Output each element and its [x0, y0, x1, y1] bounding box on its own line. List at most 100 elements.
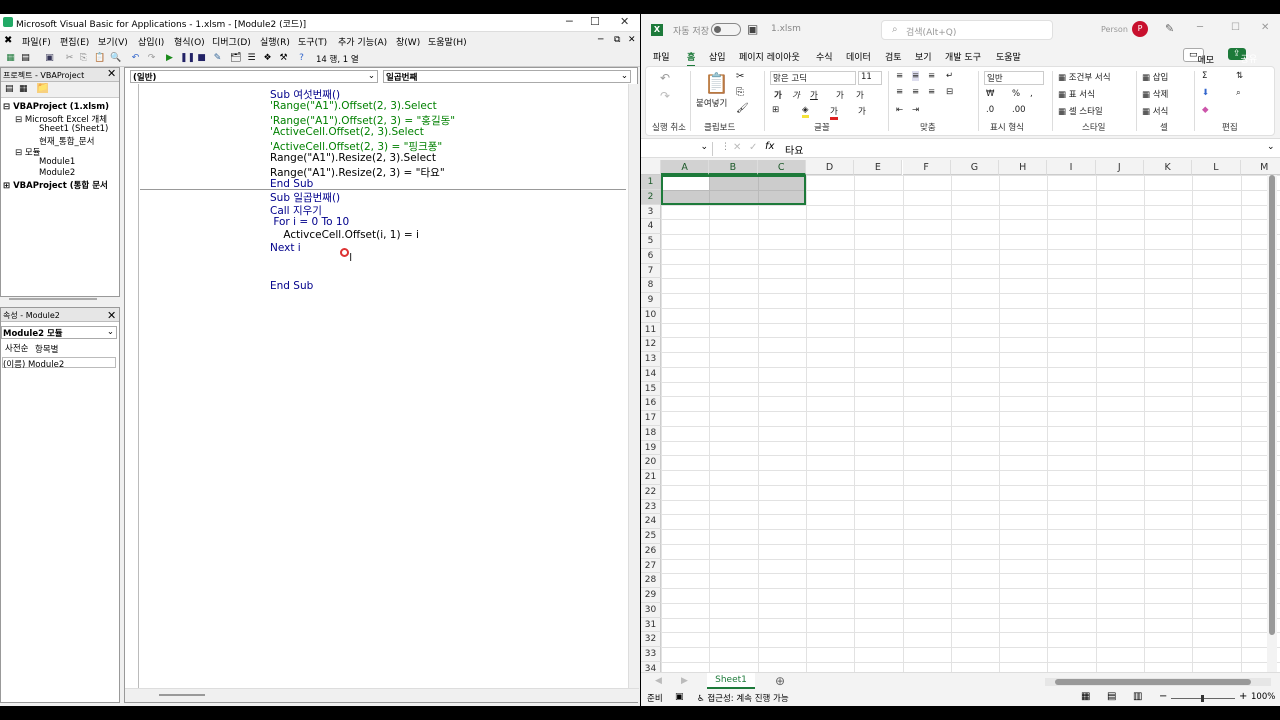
tab-view[interactable]: 보기: [915, 50, 932, 63]
cell-styles-button[interactable]: ▦ 셀 스타일: [1058, 105, 1103, 117]
tree-modules[interactable]: ⊟ 모듈: [15, 146, 40, 158]
tab-page-layout[interactable]: 페이지 레이아웃: [739, 50, 800, 63]
page-break-view-icon[interactable]: ▥: [1133, 691, 1142, 702]
row-header[interactable]: 18: [641, 425, 661, 441]
menu-addins[interactable]: 추가 기능(A): [338, 35, 387, 48]
copy-icon[interactable]: ⎘: [736, 87, 744, 98]
undo-icon[interactable]: ↶: [130, 53, 141, 64]
row-header[interactable]: 13: [641, 352, 661, 367]
column-header[interactable]: C: [757, 160, 806, 175]
cut-icon[interactable]: ✂: [64, 53, 75, 64]
merge-center-icon[interactable]: ⊟: [946, 87, 953, 97]
paste-icon[interactable]: 📋: [94, 53, 105, 64]
zoom-level[interactable]: 100%: [1251, 692, 1275, 702]
undo-icon[interactable]: ↶: [660, 71, 670, 85]
macro-record-icon[interactable]: ▣: [675, 692, 684, 702]
excel-view-icon[interactable]: ▦: [5, 53, 16, 64]
align-bottom-icon[interactable]: ≡: [928, 71, 935, 81]
increase-decimal-icon[interactable]: .0: [986, 105, 994, 115]
select-all-corner[interactable]: [641, 160, 661, 175]
column-header[interactable]: I: [1047, 160, 1096, 175]
row-header[interactable]: 10: [641, 307, 661, 323]
indent-increase-icon[interactable]: ⇥: [912, 105, 919, 115]
format-painter-icon[interactable]: 🖌: [736, 103, 749, 114]
column-header[interactable]: L: [1192, 160, 1241, 175]
find-select-icon[interactable]: ⌕: [1236, 88, 1241, 98]
sort-filter-icon[interactable]: ⇅: [1236, 71, 1243, 81]
view-code-icon[interactable]: ▤: [5, 84, 14, 94]
code-line[interactable]: 'ActiveCell.Offset(2, 3).Select: [270, 126, 424, 138]
horizontal-scroll-thumb[interactable]: [1055, 679, 1251, 685]
tab-insert[interactable]: 삽입: [709, 50, 726, 63]
menu-help[interactable]: 도움말(H): [428, 35, 467, 48]
paste-icon[interactable]: 📋: [704, 71, 729, 95]
align-middle-icon[interactable]: ≡: [912, 71, 920, 81]
row-header[interactable]: 9: [641, 293, 661, 308]
row-header[interactable]: 15: [641, 381, 661, 397]
paste-label[interactable]: 붙여넣기: [696, 97, 727, 109]
row-header[interactable]: 17: [641, 411, 661, 426]
currency-icon[interactable]: ₩: [986, 89, 994, 99]
delete-cells-button[interactable]: ▦ 삭제: [1142, 88, 1168, 100]
menu-edit[interactable]: 편집(E): [60, 35, 89, 48]
menu-format[interactable]: 형식(O): [174, 35, 205, 48]
props-tab-categorized[interactable]: 항목별: [35, 343, 58, 355]
view-object-icon[interactable]: ▦: [19, 84, 28, 94]
row-header[interactable]: 7: [641, 263, 661, 279]
tab-formulas[interactable]: 수식: [816, 50, 833, 63]
object-browser-icon[interactable]: ❖: [262, 53, 273, 64]
border-icon[interactable]: ⊞: [772, 105, 779, 115]
row-header[interactable]: 29: [641, 588, 661, 603]
find-icon[interactable]: 🔍: [110, 53, 121, 64]
code-line[interactable]: For i = 0 To 10: [270, 216, 349, 228]
vertical-scrollbar[interactable]: [1267, 175, 1277, 672]
italic-icon[interactable]: 가: [792, 89, 800, 101]
autosave-toggle[interactable]: [711, 23, 741, 36]
grid-body[interactable]: A B C D E F G H I J K L M 1 2 3 4 5 6 7 8 9 10 11 12 13 14 15 16 17 18…: [641, 160, 1280, 672]
menu-run[interactable]: 실행(R): [260, 35, 290, 48]
horizontal-scrollbar[interactable]: [1045, 678, 1271, 686]
run-icon[interactable]: ▶: [164, 53, 175, 64]
bold-icon[interactable]: 가: [774, 89, 782, 101]
function-icon[interactable]: fx: [765, 141, 774, 152]
column-header[interactable]: B: [709, 160, 758, 175]
tab-help[interactable]: 도움말: [996, 50, 1021, 63]
minimize-icon[interactable]: ─: [1197, 22, 1203, 33]
insert-module-icon[interactable]: ▤: [20, 53, 31, 64]
row-header[interactable]: 34: [641, 661, 661, 672]
decrease-font-icon[interactable]: 가: [856, 89, 864, 101]
row-header[interactable]: 23: [641, 499, 661, 515]
row-header[interactable]: 6: [641, 248, 661, 264]
format-cells-button[interactable]: ▦ 서식: [1142, 105, 1168, 117]
percent-icon[interactable]: %: [1012, 89, 1020, 99]
menu-tools[interactable]: 도구(T): [298, 35, 327, 48]
tree-vbaproject[interactable]: ⊟ VBAProject (1.xlsm): [3, 102, 109, 112]
menu-insert[interactable]: 삽입(I): [138, 35, 164, 48]
row-header[interactable]: 16: [641, 396, 661, 411]
row-header[interactable]: 26: [641, 543, 661, 559]
row-header[interactable]: 4: [641, 219, 661, 234]
maximize-icon[interactable]: ☐: [590, 15, 600, 28]
row-header[interactable]: 11: [641, 322, 661, 338]
expand-formula-icon[interactable]: ⌄: [1267, 142, 1275, 152]
row-header[interactable]: 33: [641, 647, 661, 662]
close-icon[interactable]: ✕: [1261, 22, 1269, 33]
help-icon[interactable]: ?: [296, 53, 307, 64]
decrease-decimal-icon[interactable]: .00: [1012, 105, 1026, 115]
filename[interactable]: 1.xlsm: [771, 24, 801, 34]
row-header[interactable]: 14: [641, 366, 661, 382]
worksheet-grid[interactable]: A B C D E F G H I J K L M 1 2 3 4 5 6 7 8 9 10 11 12 13 14 15 16 17 18…: [641, 160, 1280, 672]
column-header[interactable]: E: [854, 160, 903, 175]
mdi-minimize-icon[interactable]: ─: [598, 35, 603, 45]
tab-review[interactable]: 검토: [885, 50, 902, 63]
clear-icon[interactable]: ◆: [1202, 105, 1209, 115]
format-table-button[interactable]: ▦ 표 서식: [1058, 88, 1095, 100]
props-tab-alphabetic[interactable]: 사전순: [5, 342, 28, 354]
project-pane-scrollbar[interactable]: [9, 298, 97, 300]
number-format-select[interactable]: 일반: [984, 71, 1044, 85]
formula-input[interactable]: 타요: [785, 142, 803, 157]
row-header[interactable]: 22: [641, 484, 661, 500]
zoom-slider[interactable]: [1171, 695, 1235, 702]
column-header[interactable]: M: [1240, 160, 1280, 175]
confirm-entry-icon[interactable]: ✓: [749, 142, 757, 153]
